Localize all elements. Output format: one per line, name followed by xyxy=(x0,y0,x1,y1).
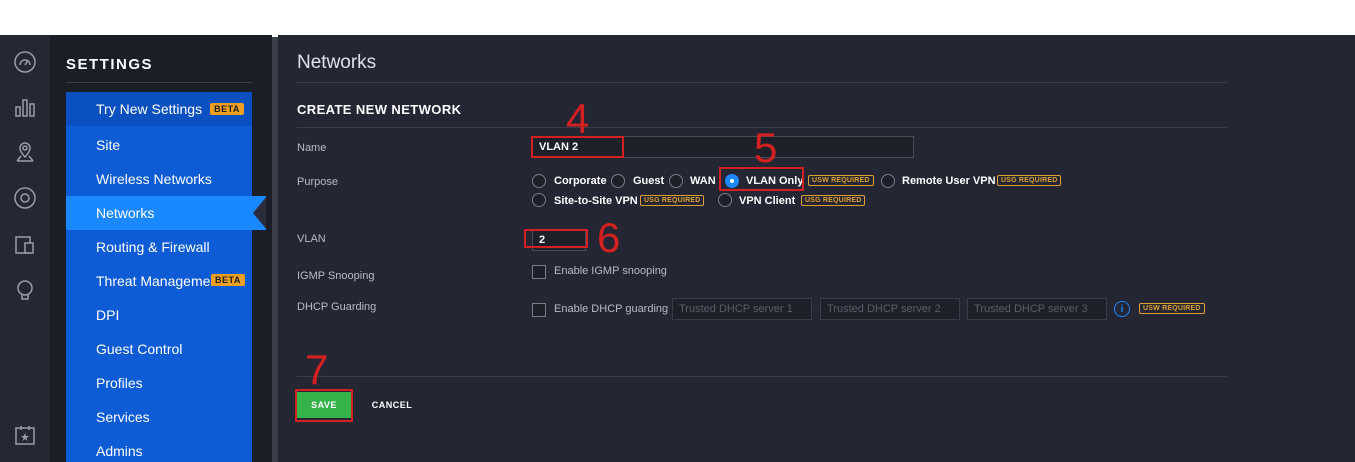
insights-icon[interactable] xyxy=(12,277,38,303)
sidebar-item-admins[interactable]: Admins xyxy=(66,434,252,462)
annotation-number: 6 xyxy=(597,214,621,261)
sidebar-item-site[interactable]: Site xyxy=(66,128,252,162)
divider xyxy=(66,82,252,83)
purpose-radio-corporate[interactable] xyxy=(532,174,546,188)
usg-required-badge: USG REQUIRED xyxy=(640,195,705,206)
sidebar-item-guest-control[interactable]: Guest Control xyxy=(66,332,252,366)
purpose-radio-vpn-client[interactable] xyxy=(718,193,732,207)
sidebar-item-label: Routing & Firewall xyxy=(96,239,210,255)
info-icon[interactable]: i xyxy=(1114,301,1130,317)
cancel-button[interactable]: CANCEL xyxy=(365,392,419,418)
main-content: Networks CREATE NEW NETWORK Name VLAN 2 … xyxy=(278,35,1355,462)
purpose-label-vpn-client: VPN Client xyxy=(739,195,796,207)
map-icon[interactable] xyxy=(12,139,38,165)
sidebar-item-profiles[interactable]: Profiles xyxy=(66,366,252,400)
divider xyxy=(297,376,1227,377)
purpose-label-wan: WAN xyxy=(690,175,716,187)
sidebar-item-routing-firewall[interactable]: Routing & Firewall xyxy=(66,230,252,264)
igmp-snooping-checkbox[interactable] xyxy=(532,265,546,279)
sidebar-item-label: DPI xyxy=(96,307,120,323)
clients-icon[interactable] xyxy=(12,232,38,258)
trusted-dhcp-server-1-input[interactable]: Trusted DHCP server 1 xyxy=(672,298,812,320)
beta-badge: BETA xyxy=(210,103,244,115)
sidebar-item-label: Site xyxy=(96,137,121,153)
icon-rail xyxy=(0,35,50,462)
usg-required-badge: USG REQUIRED xyxy=(801,195,866,206)
usg-required-badge: USG REQUIRED xyxy=(997,175,1062,186)
purpose-label-site-to-site-vpn: Site-to-Site VPN xyxy=(554,195,638,207)
sidebar-item-label: Wireless Networks xyxy=(96,171,212,187)
settings-title: SETTINGS xyxy=(66,56,154,73)
trusted-dhcp-server-3-input[interactable]: Trusted DHCP server 3 xyxy=(967,298,1107,320)
igmp-snooping-label: IGMP Snooping xyxy=(297,270,375,282)
dhcp-guarding-checkbox-label: Enable DHCP guarding xyxy=(554,303,669,315)
beta-badge: BETA xyxy=(211,274,245,286)
sidebar-item-try-new-settings[interactable]: Try New Settings BETA xyxy=(66,92,252,126)
sidebar-item-wireless-networks[interactable]: Wireless Networks xyxy=(66,162,252,196)
statistics-icon[interactable] xyxy=(12,94,38,120)
annotation-box-save xyxy=(295,389,353,422)
name-label: Name xyxy=(297,142,327,154)
sidebar-item-label: Guest Control xyxy=(96,341,183,357)
section-title: CREATE NEW NETWORK xyxy=(297,102,462,117)
trusted-dhcp-server-2-input[interactable]: Trusted DHCP server 2 xyxy=(820,298,960,320)
devices-icon[interactable] xyxy=(12,185,38,211)
settings-sidebar: SETTINGS Try New Settings BETA Site Wire… xyxy=(50,35,272,462)
dashboard-icon[interactable] xyxy=(12,49,38,75)
sidebar-item-networks[interactable]: Networks xyxy=(66,196,266,230)
purpose-label: Purpose xyxy=(297,176,338,188)
settings-menu: Try New Settings BETA Site Wireless Netw… xyxy=(66,92,266,462)
events-icon[interactable] xyxy=(12,422,38,448)
purpose-radio-guest[interactable] xyxy=(611,174,625,188)
browser-top-area xyxy=(0,0,1355,35)
sidebar-item-dpi[interactable]: DPI xyxy=(66,298,252,332)
usw-required-badge: USW REQUIRED xyxy=(1139,303,1205,314)
page-title: Networks xyxy=(297,52,377,73)
purpose-radio-wan[interactable] xyxy=(669,174,683,188)
annotation-number: 5 xyxy=(754,124,778,171)
annotation-box-vlan-id xyxy=(524,229,588,248)
dhcp-guarding-checkbox[interactable] xyxy=(532,303,546,317)
sidebar-item-label: Try New Settings xyxy=(96,101,203,117)
sidebar-item-label: Networks xyxy=(96,205,155,221)
sidebar-item-label: Profiles xyxy=(96,375,143,391)
purpose-label-remote-user-vpn: Remote User VPN xyxy=(902,175,996,187)
igmp-snooping-checkbox-label: Enable IGMP snooping xyxy=(554,265,667,277)
purpose-radio-remote-user-vpn[interactable] xyxy=(881,174,895,188)
sidebar-item-threat-management[interactable]: Threat Management BETA xyxy=(66,264,252,298)
divider xyxy=(297,82,1227,83)
sidebar-item-services[interactable]: Services xyxy=(66,400,252,434)
purpose-radio-site-to-site-vpn[interactable] xyxy=(532,193,546,207)
sidebar-item-label: Admins xyxy=(96,443,143,459)
vlan-label: VLAN xyxy=(297,233,326,245)
sidebar-item-label: Threat Management xyxy=(96,273,223,289)
purpose-label-corporate: Corporate xyxy=(554,175,607,187)
sidebar-item-label: Services xyxy=(96,409,150,425)
annotation-number: 4 xyxy=(566,95,590,142)
annotation-number: 7 xyxy=(305,346,329,393)
purpose-label-guest: Guest xyxy=(633,175,665,187)
dhcp-guarding-label: DHCP Guarding xyxy=(297,301,377,313)
usw-required-badge: USW REQUIRED xyxy=(808,175,874,186)
